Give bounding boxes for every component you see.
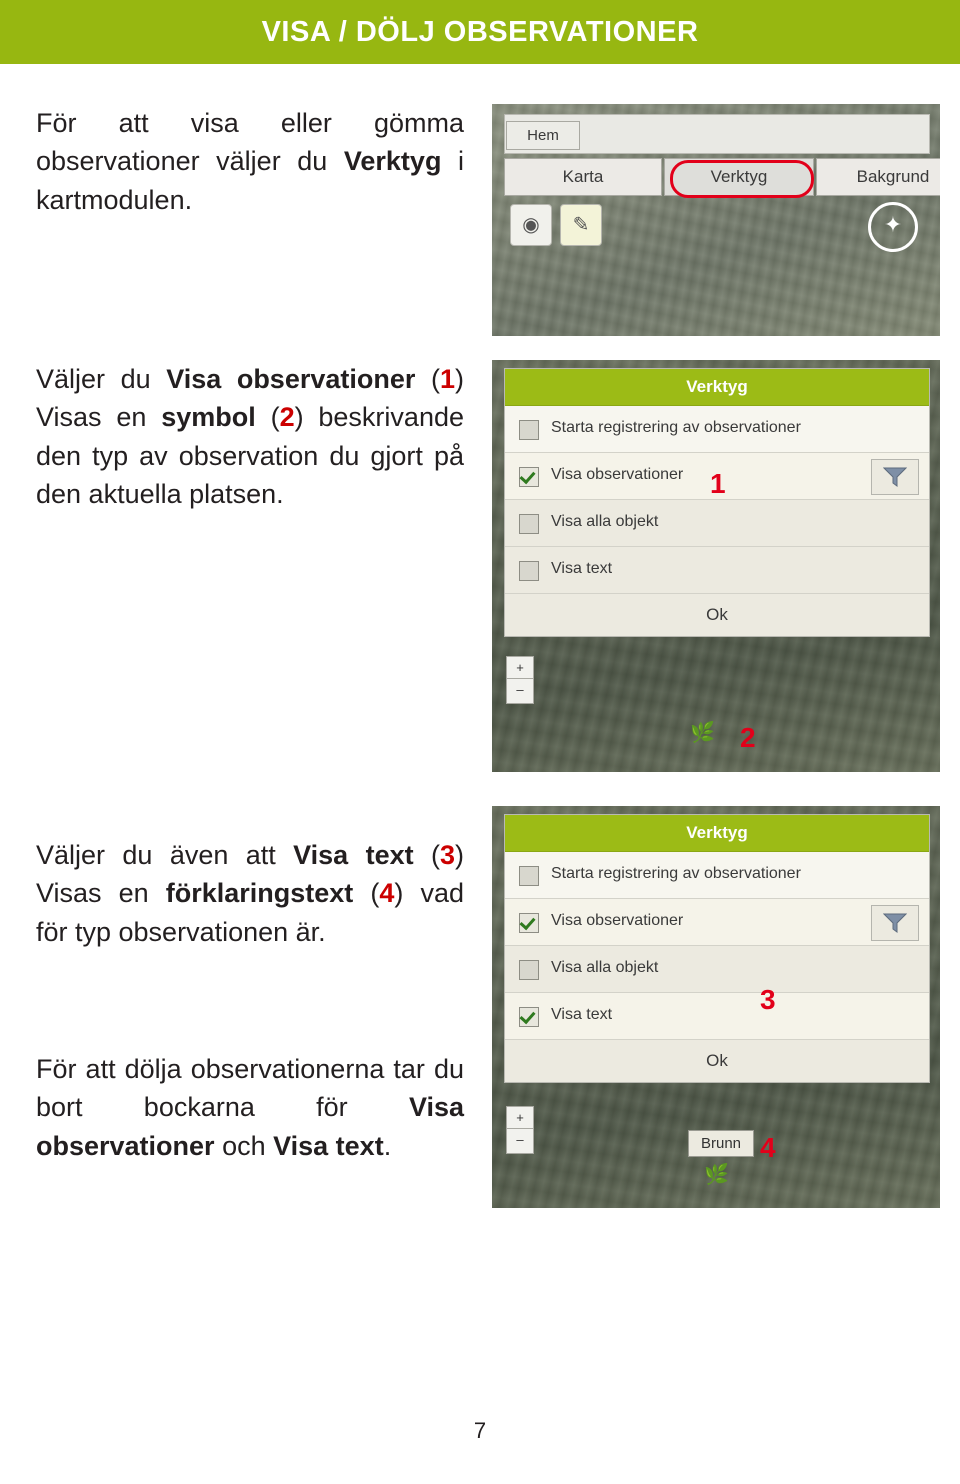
p3-seg1: Väljer du även att [36,840,294,870]
row-visa-text[interactable]: Visa text [505,993,929,1040]
tab-bakgrund[interactable]: Bakgrund [816,158,940,196]
verktyg-highlight-ring [670,160,814,198]
page-title: VISA / DÖLJ OBSERVATIONER [261,16,699,48]
p4-seg1: För att dölja observationerna tar du bor… [36,1054,464,1123]
p4-bold2: Visa text [273,1130,384,1161]
screenshot-verktyg-dialog-1: Verktyg Starta registrering av observati… [492,360,940,772]
verktyg-panel-title: Verktyg [505,369,929,406]
compass-icon[interactable]: ✦ [868,202,918,252]
observation-marker-icon: 🌿 [704,1164,729,1186]
ok-button[interactable]: Ok [505,594,929,636]
checkbox-starta-registrering[interactable] [519,866,539,886]
instruction-paragraph-3: Väljer du även att Visa text (3) Visas e… [36,836,464,951]
instruction-paragraph-2: Väljer du Visa observationer (1) Visas e… [36,360,464,513]
label-visa-observationer: Visa observationer [551,912,684,929]
ok-button[interactable]: Ok [505,1040,929,1082]
tab-karta[interactable]: Karta [504,158,662,196]
checkbox-visa-alla-objekt[interactable] [519,960,539,980]
row-visa-alla-objekt[interactable]: Visa alla objekt [505,500,929,547]
screenshot-map-toolbar: Hem Karta Verktyg Bakgrund ◉ ✎ ✦ [492,104,940,336]
label-visa-observationer: Visa observationer [551,466,684,483]
row-starta-registrering[interactable]: Starta registrering av observationer [505,852,929,899]
label-visa-text: Visa text [551,1006,613,1023]
label-visa-alla-objekt: Visa alla objekt [551,959,659,976]
row-visa-alla-objekt[interactable]: Visa alla objekt [505,946,929,993]
map-zoom-control[interactable]: + – [506,656,534,704]
checkbox-visa-alla-objekt[interactable] [519,514,539,534]
callout-number-4: 4 [760,1132,776,1163]
p3-bold1: Visa text [293,840,414,870]
p4-seg3: . [383,1130,392,1161]
verktyg-panel-title: Verktyg [505,815,929,852]
p2-callout-1: 1 [439,364,455,394]
zoom-out-button[interactable]: – [507,1128,533,1150]
checkbox-visa-observationer[interactable] [519,913,539,933]
zoom-out-button[interactable]: – [507,678,533,700]
callout-number-1: 1 [710,468,726,499]
p2-callout-2: 2 [279,402,295,433]
row-visa-text[interactable]: Visa text [505,547,929,594]
p3-bold2: förklaringstext [165,878,354,909]
map-tab-row: Karta Verktyg Bakgrund [504,158,940,198]
row-starta-registrering[interactable]: Starta registrering av observationer [505,406,929,453]
map-zoom-control[interactable]: + – [506,1106,534,1154]
p2-bold2: symbol [161,402,256,433]
p3-seg4: ( [353,878,380,909]
tab-hem[interactable]: Hem [506,121,580,150]
verktyg-panel: Verktyg Starta registrering av observati… [504,814,930,1083]
instruction-paragraph-4: För att dölja observationerna tar du bor… [36,1050,464,1165]
verktyg-panel: Verktyg Starta registrering av observati… [504,368,930,637]
label-starta-registrering: Starta registrering av observationer [551,865,801,882]
instruction-paragraph-1: För att visa eller gömma observationer v… [36,104,464,219]
p3-callout-4: 4 [379,878,395,909]
p3-callout-3: 3 [439,840,455,870]
zoom-in-button[interactable]: + [507,1107,533,1128]
checkbox-visa-observationer[interactable] [519,467,539,487]
page-number: 7 [473,1418,487,1443]
observation-marker-icon: 🌿 [690,722,715,744]
callout-number-3: 3 [760,984,776,1015]
p2-seg2: ( [415,364,440,394]
p1-bold1: Verktyg [343,146,442,177]
checkbox-starta-registrering[interactable] [519,420,539,440]
zoom-in-button[interactable]: + [507,657,533,678]
screenshot-verktyg-dialog-2: Verktyg Starta registrering av observati… [492,806,940,1208]
callout-number-2: 2 [740,722,756,753]
label-visa-alla-objekt: Visa alla objekt [551,513,659,530]
checkbox-visa-text[interactable] [519,561,539,581]
label-visa-text: Visa text [551,560,613,577]
p2-bold1: Visa observationer [166,364,416,394]
page-header-banner: VISA / DÖLJ OBSERVATIONER [0,0,960,64]
label-starta-registrering: Starta registrering av observationer [551,419,801,436]
row-visa-observationer[interactable]: Visa observationer [505,899,929,946]
funnel-icon[interactable] [871,459,919,495]
p3-seg2: ( [413,840,440,870]
checkbox-visa-text[interactable] [519,1007,539,1027]
map-label-brunn: Brunn [688,1130,755,1157]
p4-seg2: och [214,1130,274,1161]
p2-seg4: ( [255,402,280,433]
funnel-icon[interactable] [871,905,919,941]
edit-icon[interactable]: ✎ [560,204,602,246]
camera-icon[interactable]: ◉ [510,204,552,246]
p2-seg1: Väljer du [36,364,167,394]
